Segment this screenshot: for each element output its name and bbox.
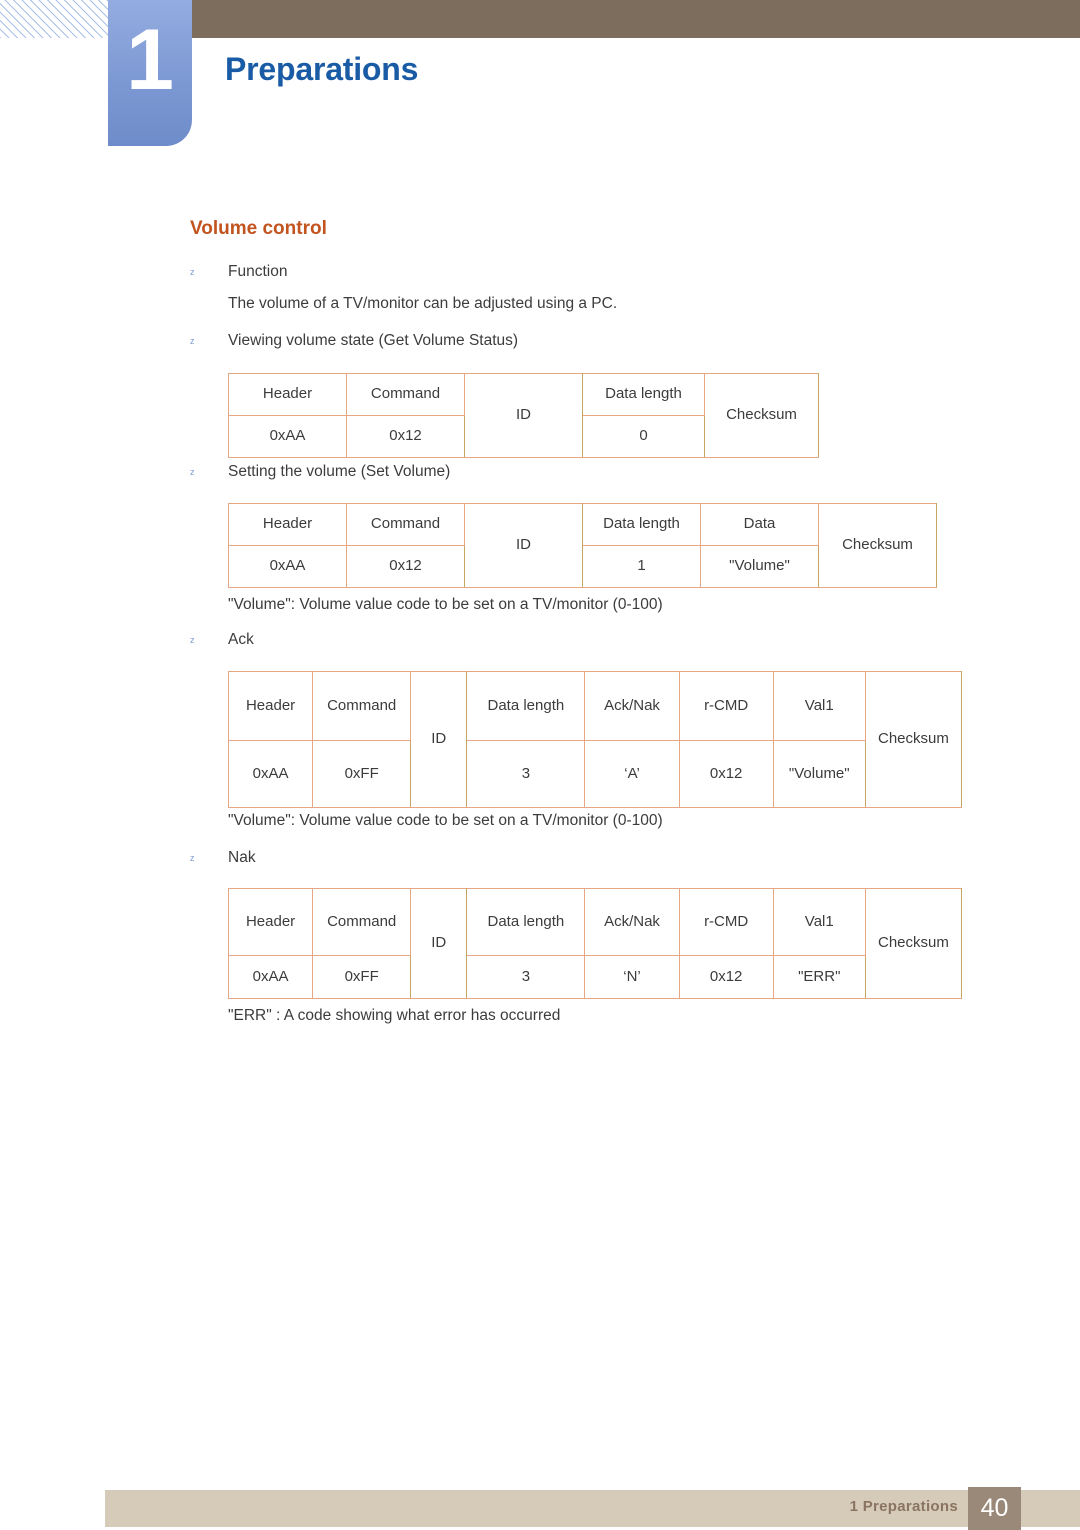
cell-header-val1: Val1 [772,671,866,741]
cell-header-header: Header [228,503,347,546]
cell-value-val1: "Volume" [772,740,866,808]
bullet-icon: z [190,466,195,477]
table-nak: Header Command ID Data length Ack/Nak r-… [227,888,963,999]
cell-header-data-length: Data length [582,503,701,546]
cell-value-val1: "ERR" [772,955,866,999]
cell-checksum: Checksum [818,503,937,588]
cell-value-command: 0x12 [346,415,465,458]
list-item-label: Setting the volume (Set Volume) [228,463,451,480]
cell-header-command: Command [346,373,465,416]
cell-header-ack-nak: Ack/Nak [584,671,680,741]
bullet-icon: z [190,852,195,863]
cell-value-header: 0xAA [228,545,347,588]
cell-value-header: 0xAA [227,740,314,808]
list-item-nak: z Nak [190,849,256,867]
table-row: 0xAA 0xFF 3 ‘N’ 0x12 "ERR" [227,955,962,999]
footer-chapter-label: 1 Preparations [849,1498,958,1515]
list-item-ack: z Ack [190,631,254,649]
cell-header-val1: Val1 [772,888,866,956]
list-item-label: Function [228,263,288,280]
list-item-set-volume: z Setting the volume (Set Volume) [190,463,450,481]
cell-header-data-length: Data length [466,671,586,741]
cell-value-command: 0xFF [312,740,412,808]
cell-value-data-length: 0 [582,415,705,458]
cell-checksum: Checksum [864,888,963,999]
cell-header-command: Command [346,503,465,546]
bullet-icon: z [190,634,195,645]
cell-value-r-cmd: 0x12 [678,955,774,999]
chapter-number: 1 [126,12,174,108]
table-row: 0xAA 0xFF 3 ‘A’ 0x12 "Volume" [227,740,962,808]
cell-checksum: Checksum [704,373,819,458]
table-ack: Header Command ID Data length Ack/Nak r-… [227,671,963,808]
page-title: Preparations [225,51,419,87]
footer-page-number: 40 [968,1487,1021,1530]
paragraph-volume-note-1: "Volume": Volume value code to be set on… [228,596,663,613]
table-row: Header Command ID Data length Ack/Nak r-… [227,888,963,999]
cell-header-data-length: Data length [466,888,586,956]
list-item-label: Ack [228,631,254,648]
cell-header-data: Data [700,503,819,546]
cell-header-ack-nak: Ack/Nak [584,888,680,956]
paragraph-function-description: The volume of a TV/monitor can be adjust… [228,295,618,312]
table-row: Header Command ID Data length Checksum [228,373,819,458]
table-set-volume: Header Command ID Data length Data Check… [228,503,937,588]
section-title: Volume control [190,218,327,239]
cell-id: ID [464,373,583,458]
cell-value-data-length: 3 [466,740,586,808]
cell-value-ack-nak: ‘N’ [584,955,680,999]
cell-value-header: 0xAA [228,415,347,458]
chapter-number-tab: 1 [108,0,192,146]
list-item-function: z Function [190,263,287,281]
bullet-icon: z [190,266,195,277]
cell-value-header: 0xAA [227,955,314,999]
cell-value-data-length: 3 [466,955,586,999]
cell-value-ack-nak: ‘A’ [584,740,680,808]
paragraph-volume-note-2: "Volume": Volume value code to be set on… [228,812,663,829]
cell-value-r-cmd: 0x12 [678,740,774,808]
cell-header-header: Header [228,373,347,416]
paragraph-err-note: "ERR" : A code showing what error has oc… [228,1007,561,1024]
table-row: Header Command ID Data length Data Check… [228,503,937,588]
cell-header-header: Header [227,671,314,741]
page-header: 1 Preparations [0,0,1080,150]
cell-value-data-length: 1 [582,545,701,588]
list-item-label: Viewing volume state (Get Volume Status) [228,332,519,349]
table-get-volume-status: Header Command ID Data length Checksum 0… [228,373,819,458]
hatch-decoration [0,0,108,38]
bullet-icon: z [190,335,195,346]
cell-header-header: Header [227,888,314,956]
cell-checksum: Checksum [864,671,963,808]
cell-header-r-cmd: r-CMD [678,888,774,956]
cell-value-command: 0x12 [346,545,465,588]
cell-header-r-cmd: r-CMD [678,671,774,741]
list-item-label: Nak [228,849,256,866]
cell-id: ID [410,888,468,999]
cell-header-data-length: Data length [582,373,705,416]
list-item-get-volume-status: z Viewing volume state (Get Volume Status… [190,332,518,350]
header-brown-bar [192,0,1080,38]
table-row: Header Command ID Data length Ack/Nak r-… [227,671,963,808]
cell-id: ID [464,503,583,588]
cell-header-command: Command [312,888,412,956]
cell-value-data: "Volume" [700,545,819,588]
cell-header-command: Command [312,671,412,741]
cell-id: ID [410,671,468,808]
cell-value-command: 0xFF [312,955,412,999]
